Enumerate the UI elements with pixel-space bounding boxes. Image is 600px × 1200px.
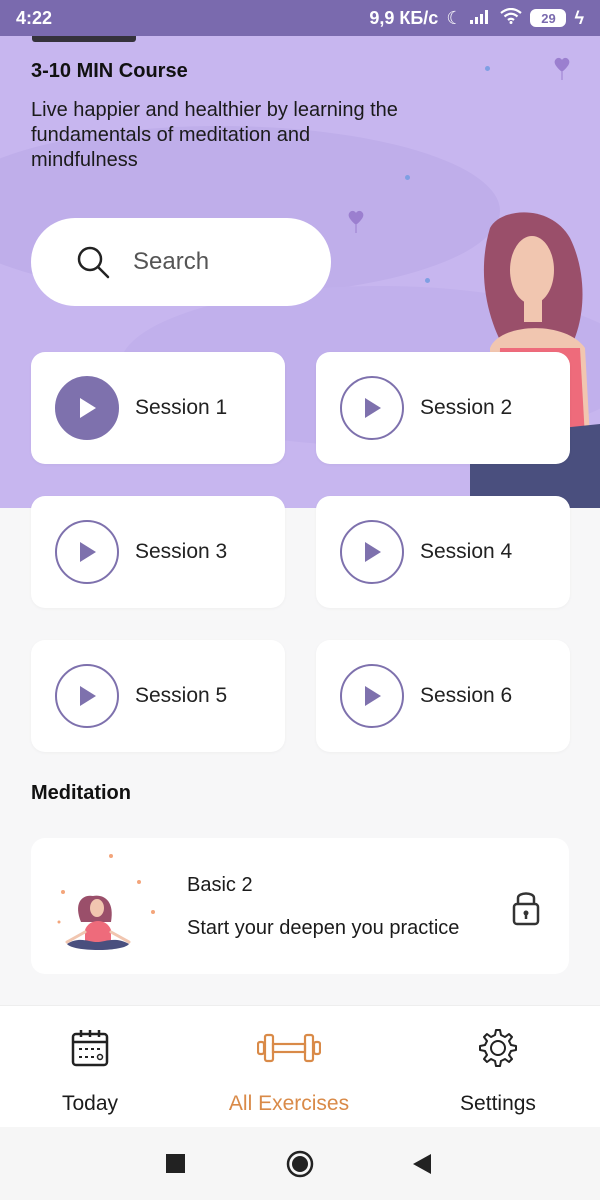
session-2-card[interactable]: Session 2 bbox=[316, 352, 570, 464]
session-label: Session 2 bbox=[420, 396, 513, 419]
session-4-card[interactable]: Session 4 bbox=[316, 496, 570, 608]
course-title: 3-10 MIN Course bbox=[31, 60, 188, 82]
course-description: Live happier and healthier by learning t… bbox=[31, 99, 398, 171]
gear-icon bbox=[477, 1028, 519, 1068]
meditation-card-title: Basic 2 bbox=[187, 874, 253, 896]
network-speed: 9,9 КБ/с bbox=[369, 7, 439, 28]
square-icon bbox=[166, 1154, 185, 1173]
section-title: Meditation bbox=[31, 782, 131, 804]
session-6-card[interactable]: Session 6 bbox=[316, 640, 570, 752]
dumbbell-icon bbox=[257, 1028, 321, 1068]
status-indicators: 9,9 КБ/с ☾ 29 ϟ bbox=[369, 7, 584, 29]
play-icon[interactable] bbox=[340, 664, 404, 728]
decor-dot bbox=[405, 175, 410, 180]
session-label: Session 4 bbox=[420, 540, 513, 563]
status-time: 4:22 bbox=[16, 7, 53, 28]
charging-icon: ϟ bbox=[574, 7, 584, 28]
play-icon[interactable] bbox=[55, 664, 119, 728]
decor-dot bbox=[425, 278, 430, 283]
nav-label: All Exercises bbox=[228, 1092, 350, 1115]
play-icon[interactable] bbox=[340, 520, 404, 584]
session-5-card[interactable]: Session 5 bbox=[31, 640, 285, 752]
scrolled-heading bbox=[32, 36, 136, 42]
play-icon[interactable] bbox=[340, 376, 404, 440]
search-bar[interactable] bbox=[31, 218, 331, 306]
session-label: Session 6 bbox=[420, 684, 513, 707]
lock-icon bbox=[512, 892, 540, 926]
meditation-illustration bbox=[57, 854, 155, 950]
meditation-card[interactable]: Basic 2 Start your deepen you practice bbox=[31, 838, 569, 974]
status-bar: 4:22 9,9 КБ/с ☾ 29 ϟ bbox=[0, 0, 600, 36]
nav-label: Today bbox=[61, 1092, 119, 1115]
nav-settings[interactable]: Settings bbox=[398, 1006, 598, 1128]
session-label: Session 1 bbox=[135, 396, 228, 419]
search-icon bbox=[77, 246, 110, 279]
search-input[interactable] bbox=[133, 248, 303, 276]
signal-icon bbox=[470, 8, 492, 29]
moon-icon: ☾ bbox=[446, 7, 463, 28]
nav-today[interactable]: Today bbox=[0, 1006, 190, 1128]
meditation-card-subtitle: Start your deepen you practice bbox=[187, 917, 460, 939]
session-label: Session 5 bbox=[135, 684, 228, 707]
play-icon[interactable] bbox=[55, 520, 119, 584]
calendar-icon bbox=[70, 1028, 110, 1068]
play-icon[interactable] bbox=[55, 376, 119, 440]
battery-icon: 29 bbox=[530, 9, 567, 27]
nav-all-exercises[interactable]: All Exercises bbox=[189, 1006, 389, 1128]
back-button[interactable] bbox=[412, 1153, 432, 1180]
wifi-icon bbox=[500, 7, 523, 29]
home-button[interactable] bbox=[286, 1150, 314, 1183]
system-navigation bbox=[0, 1127, 600, 1200]
balloon-icon bbox=[348, 210, 364, 233]
session-3-card[interactable]: Session 3 bbox=[31, 496, 285, 608]
recents-button[interactable] bbox=[166, 1154, 185, 1173]
nav-label: Settings bbox=[460, 1092, 536, 1115]
decor-dot bbox=[485, 66, 490, 71]
bottom-navigation: Today All Exercises Settings bbox=[0, 1005, 600, 1127]
back-triangle-icon bbox=[413, 1154, 431, 1174]
session-1-card[interactable]: Session 1 bbox=[31, 352, 285, 464]
balloon-icon bbox=[554, 57, 570, 80]
home-circle-icon bbox=[286, 1150, 314, 1178]
session-label: Session 3 bbox=[135, 540, 228, 563]
